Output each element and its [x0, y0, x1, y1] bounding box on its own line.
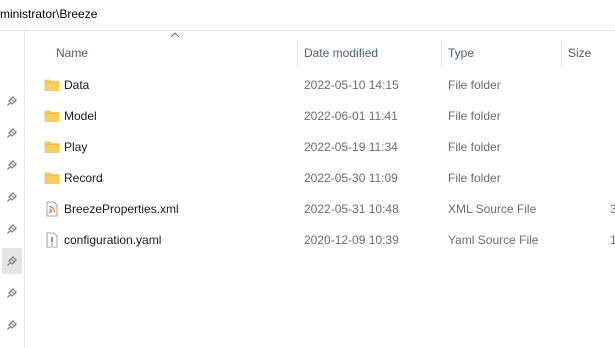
- file-name: BreezeProperties.xml: [64, 202, 179, 216]
- file-date-modified: 2022-05-31 10:48: [304, 202, 399, 216]
- file-type: File folder: [448, 78, 501, 92]
- pin-icon[interactable]: [4, 125, 20, 141]
- sort-ascending-icon[interactable]: [170, 31, 180, 39]
- file-type: File folder: [448, 109, 501, 123]
- file-date-modified: 2020-12-09 10:39: [304, 233, 399, 247]
- folder-icon: [44, 108, 60, 124]
- address-path[interactable]: ministrator\Breeze: [0, 7, 97, 21]
- file-row[interactable]: configuration.yaml 2020-12-09 10:39 Yaml S…: [25, 225, 615, 256]
- file-row[interactable]: Data 2022-05-10 14:15 File folder: [25, 70, 615, 101]
- file-name: Record: [64, 171, 103, 185]
- column-header-name[interactable]: Name: [56, 38, 88, 68]
- file-type: File folder: [448, 171, 501, 185]
- file-row[interactable]: Model 2022-06-01 11:41 File folder: [25, 101, 615, 132]
- file-type: File folder: [448, 140, 501, 154]
- column-header-row: Name Date modified Type Size: [25, 32, 615, 68]
- file-date-modified: 2022-06-01 11:41: [304, 109, 398, 123]
- folder-icon: [44, 139, 60, 155]
- pin-icon[interactable]: [4, 285, 20, 301]
- file-type: Yaml Source File: [448, 233, 539, 247]
- file-date-modified: 2022-05-10 14:15: [304, 78, 399, 92]
- file-type: XML Source File: [448, 202, 537, 216]
- file-name: Data: [64, 78, 90, 92]
- file-date-modified: 2022-05-30 11:09: [304, 171, 398, 185]
- address-bar[interactable]: ministrator\Breeze: [0, 0, 615, 31]
- file-row[interactable]: BreezeProperties.xml 2022-05-31 10:48 XML …: [25, 194, 615, 225]
- navigation-pane: [0, 31, 25, 348]
- column-header-type[interactable]: Type: [448, 38, 474, 68]
- file-date-modified: 2022-05-19 11:34: [304, 140, 398, 154]
- file-name: Play: [64, 140, 88, 154]
- column-divider[interactable]: [297, 41, 298, 67]
- column-divider[interactable]: [561, 41, 562, 67]
- xml-file-icon: [44, 201, 60, 217]
- file-name: configuration.yaml: [64, 233, 162, 247]
- pin-icon[interactable]: [2, 248, 22, 274]
- column-header-size[interactable]: Size: [568, 38, 591, 68]
- column-header-date-modified[interactable]: Date modified: [304, 38, 378, 68]
- file-size: 3: [610, 202, 615, 216]
- file-row[interactable]: Record 2022-05-30 11:09 File folder: [25, 163, 615, 194]
- pin-icon[interactable]: [4, 93, 20, 109]
- file-row[interactable]: Play 2022-05-19 11:34 File folder: [25, 132, 615, 163]
- file-name: Model: [64, 109, 97, 123]
- column-divider[interactable]: [441, 41, 442, 67]
- pin-icon[interactable]: [4, 221, 20, 237]
- folder-icon: [44, 170, 60, 186]
- yaml-file-icon: [44, 232, 60, 248]
- pin-icon[interactable]: [4, 189, 20, 205]
- pin-icon[interactable]: [4, 317, 20, 333]
- pin-icon[interactable]: [4, 157, 20, 173]
- folder-icon: [44, 77, 60, 93]
- file-size: 1: [610, 233, 615, 247]
